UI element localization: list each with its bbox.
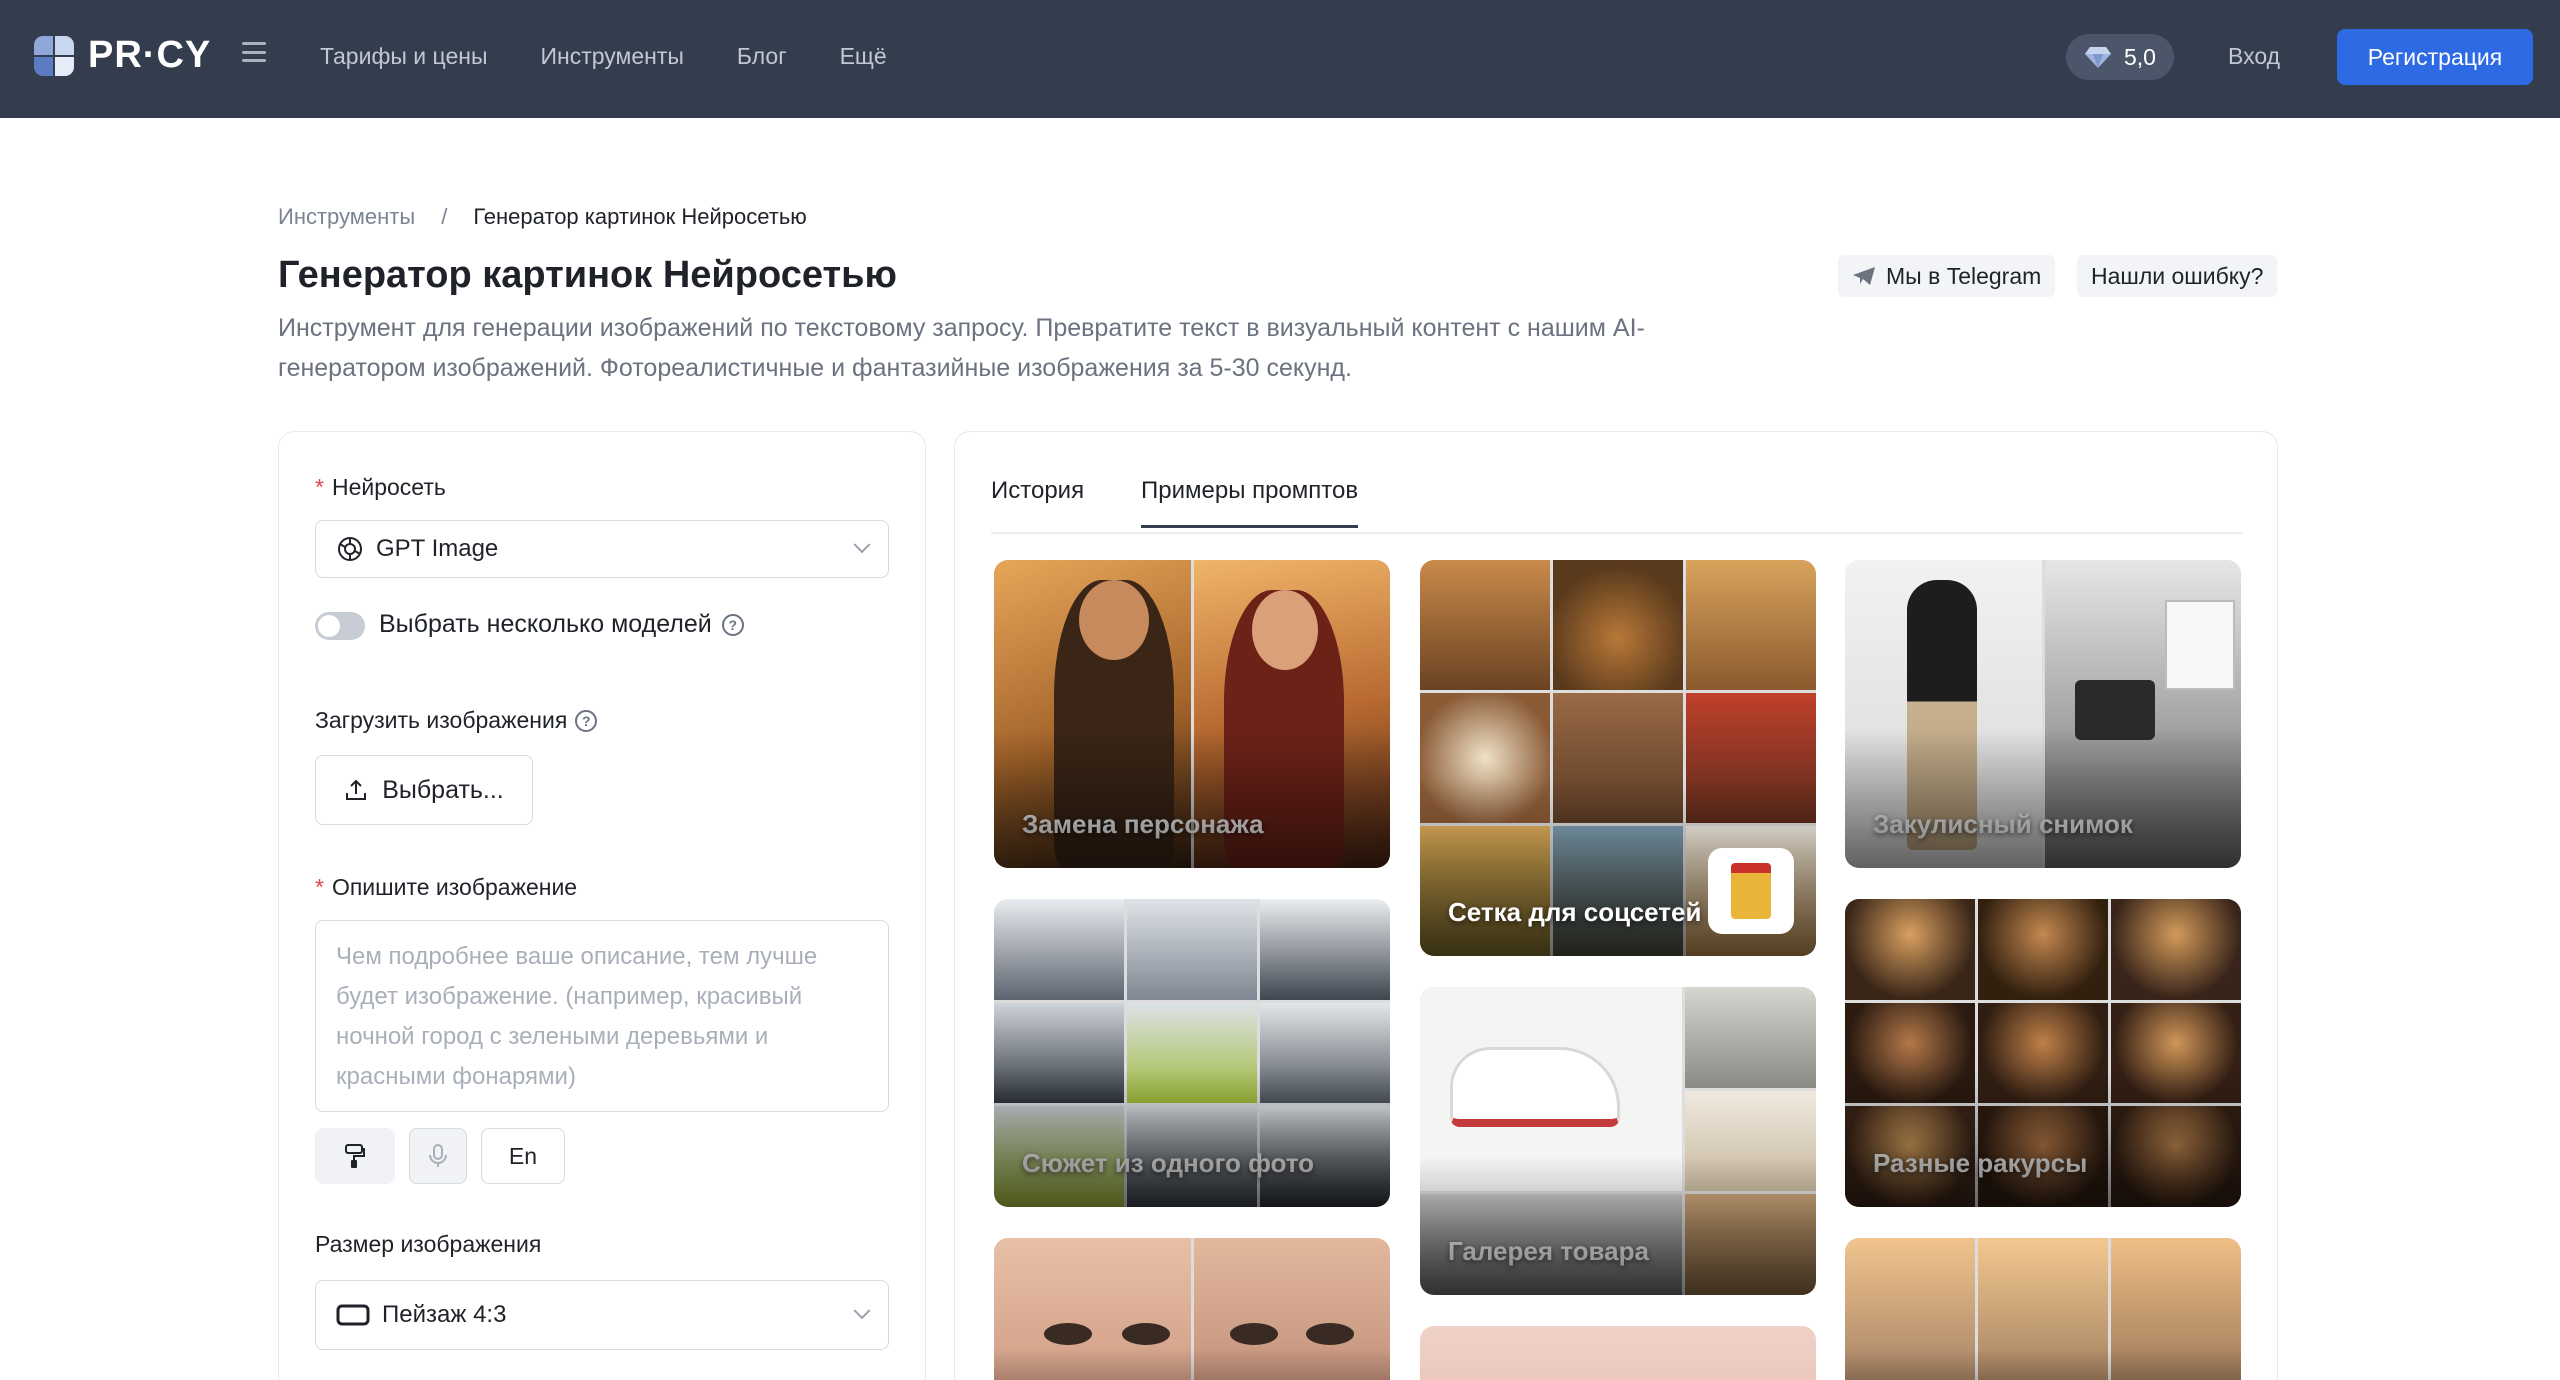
example-tile-portrait[interactable]	[994, 1238, 1390, 1380]
telegram-button[interactable]: Мы в Telegram	[1838, 255, 2056, 297]
upload-label: Загрузить изображения ?	[315, 707, 598, 734]
menu-icon[interactable]	[242, 42, 266, 62]
page-description: Инструмент для генерации изображений по …	[278, 314, 1645, 382]
required-mark: *	[315, 874, 324, 900]
example-tile-different-angles[interactable]: Разные ракурсы	[1845, 899, 2241, 1207]
nav-more[interactable]: Ещё	[840, 38, 887, 74]
nav-blog[interactable]: Блог	[737, 38, 787, 74]
example-tile-behind-the-scenes[interactable]: Закулисный снимок	[1845, 560, 2241, 868]
prompt-gallery: История Примеры промптов Замена персонаж…	[954, 431, 2278, 1380]
tab-history[interactable]: История	[991, 477, 1084, 525]
upload-icon	[346, 779, 367, 800]
microphone-icon	[429, 1144, 447, 1167]
multi-model-label: Выбрать несколько моделей ?	[379, 610, 744, 639]
example-tile-sunset-portraits[interactable]	[1845, 1238, 2241, 1380]
upload-button-label: Выбрать...	[382, 775, 504, 804]
breadcrumb-tools[interactable]: Инструменты	[278, 204, 415, 230]
upload-button[interactable]: Выбрать...	[315, 755, 533, 825]
brush-icon	[345, 1144, 365, 1168]
generator-form: * Нейросеть GPT Image Выбрать несколько …	[278, 431, 926, 1380]
model-select[interactable]: GPT Image	[315, 520, 889, 578]
prompt-label: * Опишите изображение	[315, 874, 578, 900]
landscape-frame-icon	[336, 1304, 370, 1326]
example-caption: Закулисный снимок	[1873, 809, 2133, 839]
diamond-icon	[2085, 47, 2111, 68]
example-caption: Разные ракурсы	[1873, 1148, 2088, 1178]
help-icon[interactable]: ?	[575, 709, 598, 732]
example-tile-social-grid[interactable]: Сетка для соцсетей	[1420, 560, 1816, 956]
breadcrumb-separator: /	[441, 204, 448, 229]
example-caption: Замена персонажа	[1022, 809, 1264, 839]
size-value: Пейзаж 4:3	[382, 1301, 507, 1328]
gallery-tabs: История Примеры промптов	[991, 477, 2243, 534]
tab-examples[interactable]: Примеры промптов	[1141, 477, 1359, 528]
multi-model-toggle[interactable]	[315, 612, 365, 640]
prompt-textarea[interactable]: Чем подробнее ваше описание, тем лучше б…	[315, 920, 889, 1112]
example-tile-character-swap[interactable]: Замена персонажа	[994, 560, 1390, 868]
voice-input-button[interactable]	[409, 1128, 467, 1184]
logo-icon	[34, 35, 74, 76]
login-link[interactable]: Вход	[2228, 38, 2280, 74]
example-caption: Галерея товара	[1448, 1236, 1649, 1266]
rating-badge[interactable]: 5,0	[2066, 34, 2174, 80]
telegram-label: Мы в Telegram	[1886, 262, 2042, 289]
breadcrumb-current: Генератор картинок Нейросетью	[473, 204, 807, 229]
report-error-button[interactable]: Нашли ошибку?	[2077, 255, 2278, 297]
example-tile-product-gallery[interactable]: Галерея товара	[1420, 987, 1816, 1295]
help-icon[interactable]: ?	[721, 613, 744, 636]
example-caption: Сюжет из одного фото	[1022, 1148, 1315, 1178]
model-label: * Нейросеть	[315, 474, 446, 500]
nav-pricing[interactable]: Тарифы и цены	[320, 38, 487, 74]
example-tile-single-photo-story[interactable]: Сюжет из одного фото	[994, 899, 1390, 1207]
logo-text: PR·CY	[88, 34, 212, 76]
register-button[interactable]: Регистрация	[2337, 29, 2533, 85]
chevron-down-icon	[853, 536, 871, 554]
top-navigation-bar: PR·CY Тарифы и цены Инструменты Блог Ещё…	[0, 0, 2560, 118]
breadcrumb: Инструменты / Генератор картинок Нейросе…	[278, 204, 807, 230]
translate-button[interactable]: En	[481, 1128, 565, 1184]
example-caption: Сетка для соцсетей	[1448, 897, 1702, 927]
model-value: GPT Image	[376, 535, 499, 562]
example-tile-skin[interactable]	[1420, 1326, 1816, 1380]
main-nav: Тарифы и цены Инструменты Блог Ещё	[320, 38, 887, 74]
size-label: Размер изображения	[315, 1231, 542, 1257]
chevron-down-icon	[853, 1302, 871, 1320]
report-error-label: Нашли ошибку?	[2091, 262, 2264, 289]
telegram-icon	[1853, 267, 1875, 285]
openai-icon	[338, 537, 362, 561]
logo[interactable]: PR·CY	[34, 34, 211, 77]
enhance-prompt-button[interactable]	[315, 1128, 395, 1184]
nav-tools[interactable]: Инструменты	[540, 38, 683, 74]
rating-value: 5,0	[2124, 43, 2156, 70]
size-select[interactable]: Пейзаж 4:3	[315, 1280, 889, 1350]
page-title: Генератор картинок Нейросетью	[278, 254, 897, 296]
required-mark: *	[315, 474, 324, 500]
